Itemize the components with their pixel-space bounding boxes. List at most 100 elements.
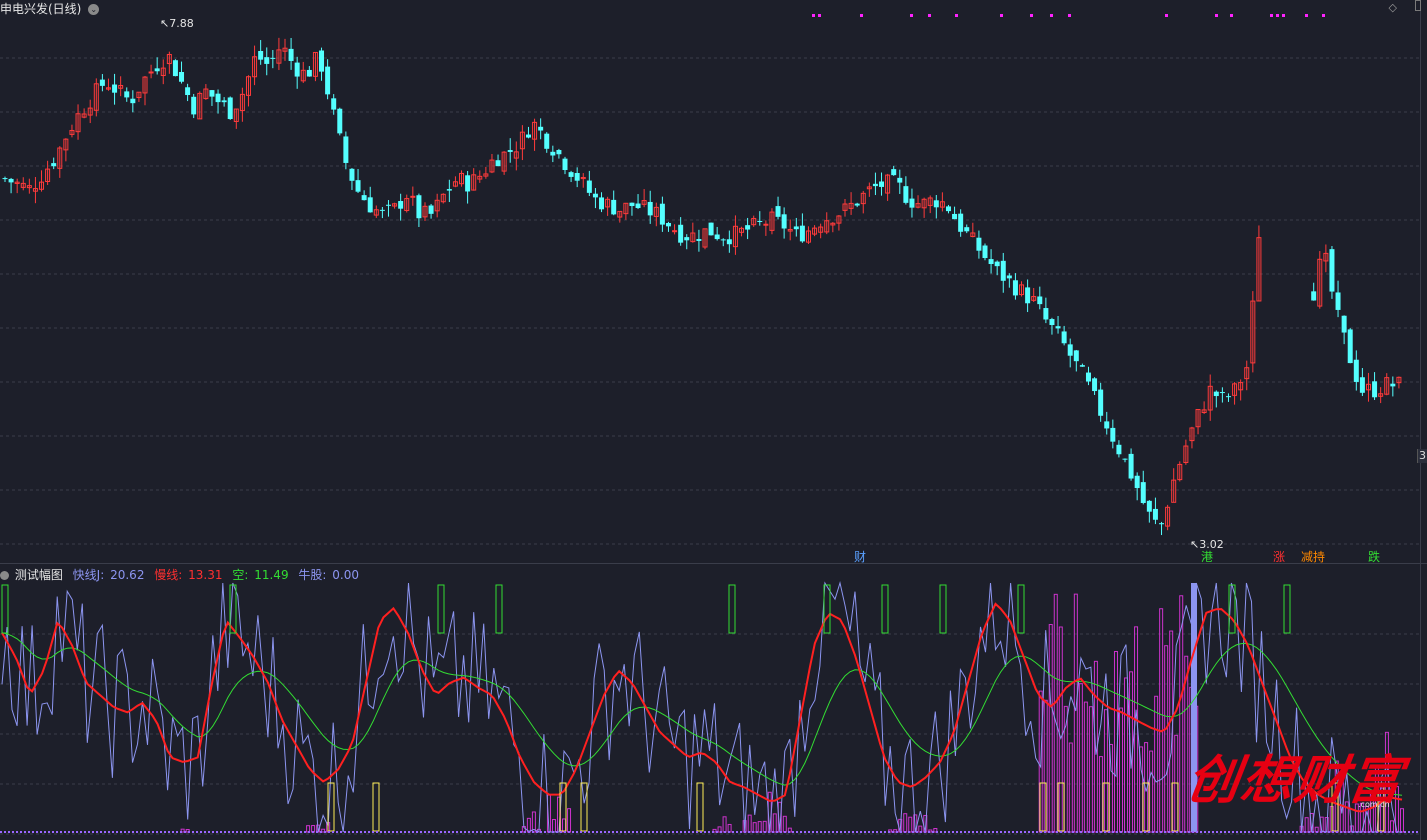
baseline-dot	[836, 831, 838, 833]
baseline-dot	[1352, 831, 1354, 833]
baseline-dot	[516, 831, 518, 833]
candle-down	[1043, 308, 1049, 320]
baseline-dot	[1252, 831, 1254, 833]
panel-toggle-icon[interactable]	[1415, 0, 1421, 11]
baseline-dot	[1216, 831, 1218, 833]
baseline-dot	[188, 831, 190, 833]
baseline-dot	[1072, 831, 1074, 833]
candle-down	[379, 209, 385, 211]
baseline-dot	[340, 831, 342, 833]
candle-down	[209, 90, 215, 97]
baseline-dot	[964, 831, 966, 833]
baseline-dot	[396, 831, 398, 833]
baseline-dot	[884, 831, 886, 833]
baseline-dot	[980, 831, 982, 833]
baseline-dot	[1376, 831, 1378, 833]
candle-down	[678, 224, 684, 243]
gear-icon[interactable]	[0, 571, 9, 580]
baseline-dot	[1168, 831, 1170, 833]
baseline-dot	[308, 831, 310, 833]
j-value: 20.62	[110, 568, 145, 582]
candle-down	[1335, 292, 1341, 310]
baseline-dot	[0, 831, 2, 833]
baseline-dot	[792, 831, 794, 833]
baseline-dot	[120, 831, 122, 833]
baseline-dot	[376, 831, 378, 833]
baseline-dot	[636, 831, 638, 833]
baseline-dot	[1100, 831, 1102, 833]
candle-up	[763, 223, 769, 226]
baseline-dot	[1080, 831, 1082, 833]
baseline-dot	[1212, 831, 1214, 833]
candle-down	[264, 57, 270, 64]
baseline-dot	[1112, 831, 1114, 833]
baseline-dot	[1140, 831, 1142, 833]
baseline-dot	[68, 831, 70, 833]
baseline-dot	[1104, 831, 1106, 833]
candle-down	[659, 203, 665, 225]
baseline-dot	[276, 831, 278, 833]
candle-down	[355, 180, 361, 192]
baseline-dot	[992, 831, 994, 833]
baseline-dot	[204, 831, 206, 833]
candle-down	[1037, 296, 1043, 305]
baseline-dot	[788, 831, 790, 833]
kong-label: 空:	[232, 568, 249, 582]
baseline-dot	[456, 831, 458, 833]
baseline-dot	[1224, 831, 1226, 833]
candle-down	[507, 150, 513, 152]
candle-down	[172, 60, 178, 77]
baseline-dot	[400, 831, 402, 833]
baseline-dot	[20, 831, 22, 833]
baseline-dot	[864, 831, 866, 833]
baseline-dot	[1248, 831, 1250, 833]
baseline-dot	[1312, 831, 1314, 833]
baseline-dot	[756, 831, 758, 833]
chevron-down-icon[interactable]: ⌄	[88, 4, 100, 15]
baseline-dot	[524, 831, 526, 833]
signal-dot	[1230, 14, 1233, 17]
baseline-dot	[684, 831, 686, 833]
baseline-dot	[780, 831, 782, 833]
baseline-dot	[644, 831, 646, 833]
baseline-dot	[532, 831, 534, 833]
candle-down	[1146, 500, 1152, 512]
candle-down	[1390, 383, 1396, 387]
baseline-dot	[1016, 831, 1018, 833]
baseline-dot	[192, 831, 194, 833]
signal-dot	[1305, 14, 1308, 17]
baseline-dot	[288, 831, 290, 833]
candle-down	[191, 96, 197, 115]
baseline-dot	[256, 831, 258, 833]
baseline-dot	[224, 831, 226, 833]
candle-down	[154, 68, 160, 72]
candle-down	[933, 200, 939, 208]
candle-down	[958, 213, 964, 232]
candle-down	[525, 134, 531, 138]
baseline-dot	[1308, 831, 1310, 833]
candle-down	[964, 227, 970, 232]
baseline-dot	[736, 831, 738, 833]
baseline-dot	[72, 831, 74, 833]
baseline-dot	[92, 831, 94, 833]
baseline-dot	[328, 831, 330, 833]
indicator-header: 测试幅图 快线J: 20.62 慢线: 13.31 空: 11.49 牛股: 0…	[0, 566, 359, 582]
candle-down	[1049, 319, 1055, 326]
baseline-dot	[968, 831, 970, 833]
candle-down	[568, 172, 574, 177]
baseline-dot	[700, 831, 702, 833]
baseline-dot	[1240, 831, 1242, 833]
signal-dot	[910, 14, 913, 17]
candle-down	[1073, 350, 1079, 362]
baseline-dot	[776, 831, 778, 833]
signal-dot	[1000, 14, 1003, 17]
baseline-dot	[364, 831, 366, 833]
candle-down	[258, 50, 264, 60]
baseline-dot	[44, 831, 46, 833]
baseline-dot	[1384, 831, 1386, 833]
diamond-icon[interactable]: ◇	[1389, 1, 1397, 14]
baseline-dot	[1068, 831, 1070, 833]
baseline-dot	[924, 831, 926, 833]
baseline-dot	[520, 831, 522, 833]
candle-down	[1134, 475, 1140, 489]
